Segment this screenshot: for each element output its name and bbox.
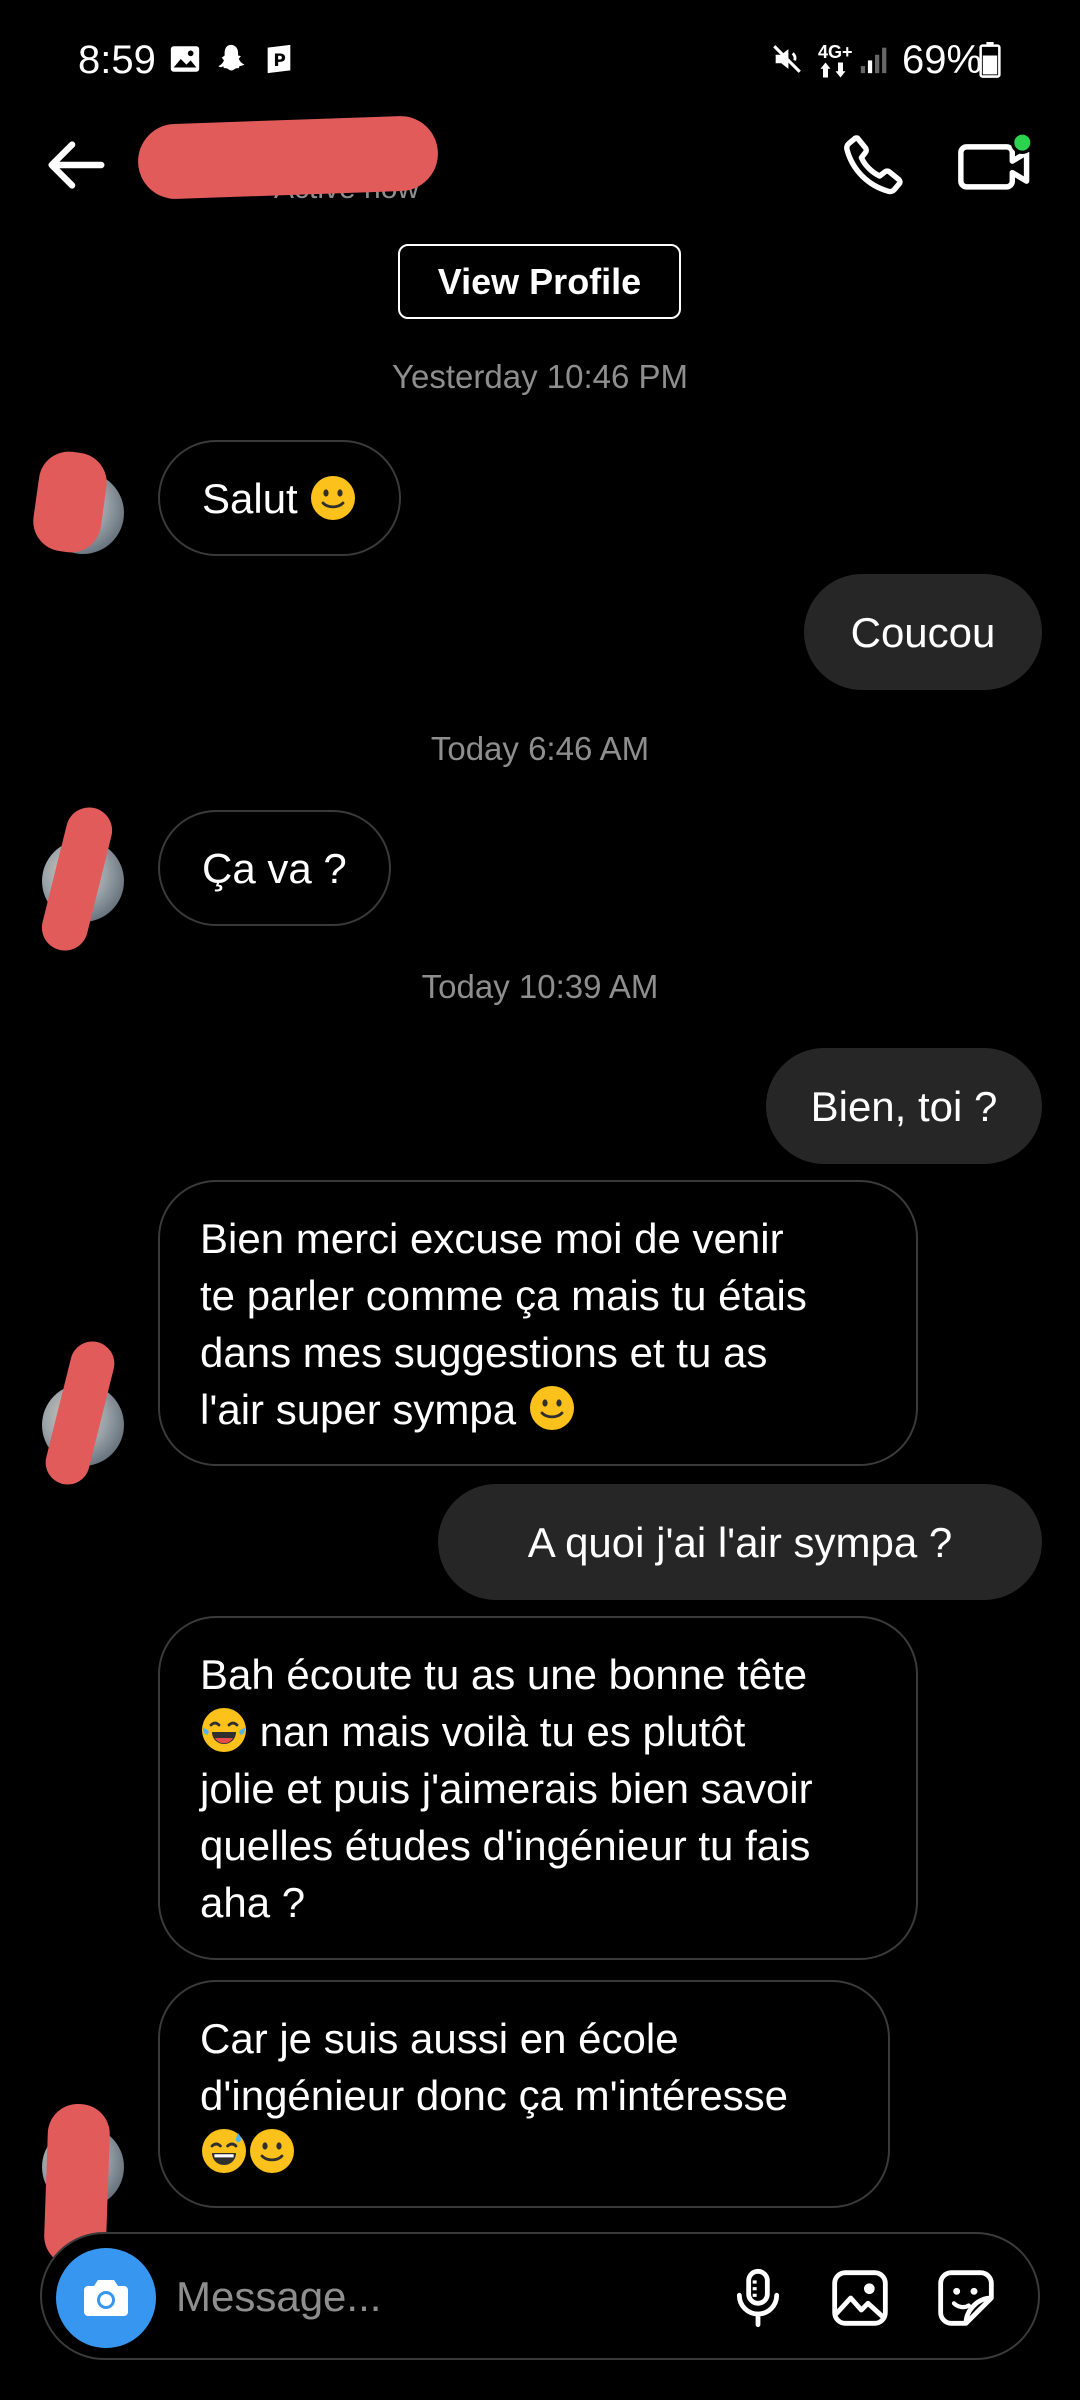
battery-icon [979, 42, 1001, 78]
message-line: quelles études d'ingénieur tu fais [200, 1822, 811, 1869]
message-line: jolie et puis j'aimerais bien savoir [200, 1765, 813, 1812]
battery-percent: 69% [902, 38, 983, 82]
p-app-notification-icon: P [267, 44, 291, 74]
microphone-icon[interactable] [726, 2266, 790, 2330]
message-composer [40, 2232, 1040, 2360]
video-call-icon[interactable] [958, 128, 1038, 200]
message-line: Bah écoute tu as une bonne tête [200, 1651, 808, 1698]
message-text: Bien, toi ? [810, 1082, 998, 1130]
camera-icon [84, 2280, 128, 2316]
message-line: l'air super sympa [200, 1386, 517, 1433]
phone-call-icon[interactable] [838, 128, 910, 200]
message-text: Coucou [850, 608, 996, 656]
incoming-message[interactable]: Bah écoute tu as une bonne tête nan mais… [158, 1616, 918, 1960]
timestamp: Today 6:46 AM [430, 730, 650, 767]
snapchat-notification-icon [218, 44, 245, 71]
message-text: Salut [202, 474, 298, 522]
network-type: 4G+ [818, 42, 853, 62]
message-line: aha ? [200, 1879, 306, 1926]
outgoing-message[interactable]: Bien, toi ? [766, 1048, 1042, 1164]
outgoing-message[interactable]: A quoi j'ai l'air sympa ? [438, 1484, 1042, 1600]
contact-name-redaction [136, 114, 440, 201]
incoming-message[interactable]: Car je suis aussi en école d'ingénieur d… [158, 1980, 890, 2208]
message-text: Ça va ? [202, 844, 347, 892]
view-profile-button[interactable]: View Profile [398, 244, 681, 319]
message-line: te parler comme ça mais tu étais [200, 1272, 807, 1319]
grinning-face-with-sweat-icon [202, 2129, 246, 2173]
slightly-smiling-face-icon [250, 2129, 294, 2173]
slightly-smiling-face-icon [529, 1386, 574, 1430]
gallery-notification-icon [170, 46, 200, 72]
data-arrows-icon [820, 62, 846, 78]
message-line: Bien merci excuse moi de venir [200, 1215, 784, 1262]
back-arrow-icon[interactable] [40, 130, 110, 200]
camera-button[interactable] [56, 2248, 156, 2348]
svg-text:P: P [273, 51, 285, 71]
message-input[interactable] [176, 2262, 716, 2332]
outgoing-message[interactable]: Coucou [804, 574, 1042, 690]
status-time: 8:59 [78, 38, 156, 82]
sticker-icon[interactable] [934, 2266, 998, 2330]
mute-icon [773, 45, 801, 73]
gallery-icon[interactable] [828, 2266, 892, 2330]
message-text: A quoi j'ai l'air sympa ? [527, 1518, 953, 1566]
message-line: dans mes suggestions et tu as [200, 1329, 768, 1376]
chat-header: Active now [0, 114, 1080, 220]
message-line: Car je suis aussi en école [200, 2015, 679, 2062]
timestamp: Yesterday 10:46 PM [392, 358, 688, 395]
signal-icon [860, 47, 887, 74]
incoming-message[interactable]: Salut [158, 440, 402, 556]
timestamp: Today 10:39 AM [421, 968, 659, 1005]
incoming-message[interactable]: Ça va ? [158, 810, 391, 926]
incoming-message[interactable]: Bien merci excuse moi de venir te parler… [158, 1180, 918, 1466]
slightly-smiling-face-icon [311, 476, 356, 520]
message-line: d'ingénieur donc ça m'intéresse [200, 2072, 789, 2119]
message-line: nan mais voilà tu es plutôt [259, 1708, 746, 1755]
status-bar: 8:59 P 4G+ 69% [0, 0, 1080, 120]
face-with-tears-of-joy-icon [202, 1708, 246, 1752]
